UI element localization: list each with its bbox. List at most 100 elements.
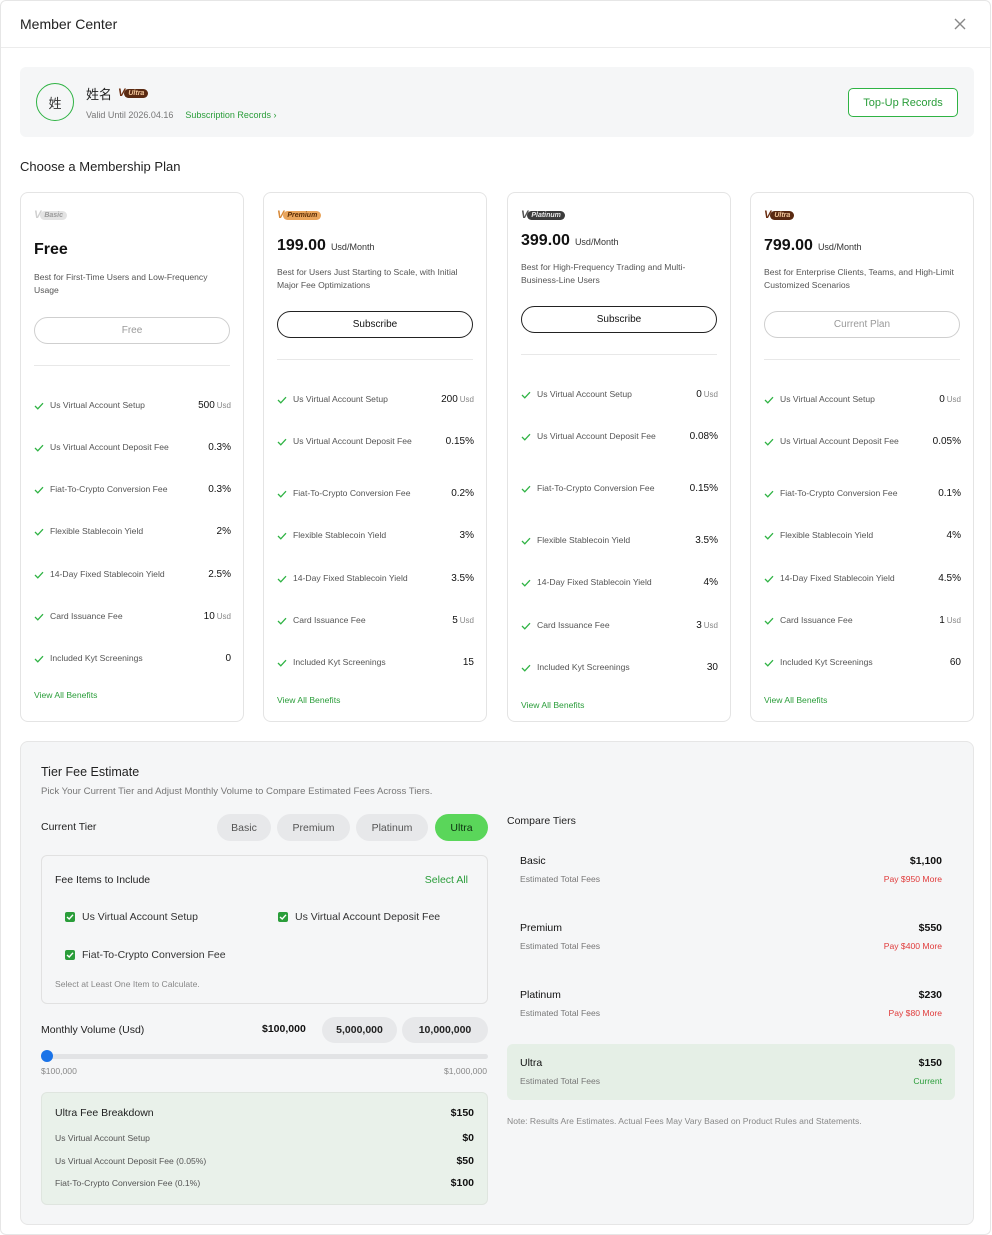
plan-card-premium: V Premium 199.00 Usd/Month Best for Users… — [263, 192, 487, 722]
check-icon — [34, 610, 44, 623]
benefit-label: Card Issuance Fee — [50, 611, 123, 621]
fee-items-title: Fee Items to Include — [55, 874, 151, 886]
benefit-label: Us Virtual Account Deposit Fee — [537, 431, 656, 441]
compare-tier-diff: Pay $400 More — [883, 941, 942, 951]
fee-item-label: Us Virtual Account Setup — [82, 911, 198, 923]
benefit-value-number: 30 — [706, 662, 718, 673]
plan-action-button[interactable]: Subscribe — [277, 311, 473, 338]
benefit-label: Us Virtual Account Deposit Fee — [780, 436, 899, 446]
benefit-row: Us Virtual Account Deposit Fee 0.15% — [277, 435, 474, 448]
benefit-value: 500 Usd — [198, 399, 231, 412]
benefit-value: 0 Usd — [939, 393, 961, 406]
check-icon — [277, 656, 287, 669]
fee-checkbox-fiat-crypto[interactable]: Fiat-To-Crypto Conversion Fee — [65, 949, 226, 961]
benefit-row: Us Virtual Account Deposit Fee 0.3% — [34, 441, 231, 454]
check-icon — [764, 487, 774, 500]
plan-action-button[interactable]: Current Plan — [764, 311, 960, 338]
member-center-modal: Member Center 姓 姓名 V Ultra Valid Until 20… — [0, 0, 991, 1235]
plan-action-button[interactable]: Free — [34, 317, 230, 344]
benefit-row: Us Virtual Account Setup 200 Usd — [277, 393, 474, 406]
plan-price: Free — [34, 241, 73, 259]
benefit-value-number: 3% — [459, 530, 474, 541]
benefit-left: Us Virtual Account Setup — [277, 393, 423, 406]
compare-tiers-title: Compare Tiers — [507, 815, 576, 827]
benefit-label: Fiat-To-Crypto Conversion Fee — [293, 488, 411, 498]
compare-tier-total: $550 — [918, 922, 942, 934]
check-icon — [764, 393, 774, 406]
tier-option-ultra[interactable]: Ultra — [435, 814, 488, 841]
benefit-left: Flexible Stablecoin Yield — [277, 529, 423, 542]
check-icon — [34, 652, 44, 665]
select-all-link[interactable]: Select All — [425, 874, 468, 886]
benefit-label: Card Issuance Fee — [780, 615, 853, 625]
top-up-records-button[interactable]: Top-Up Records — [848, 88, 958, 117]
benefit-left: Flexible Stablecoin Yield — [34, 525, 180, 538]
benefit-value-number: 0.1% — [938, 488, 961, 499]
fee-items-box: Fee Items to Include Select All Us Virtu… — [41, 855, 488, 1004]
benefit-value: 5 Usd — [452, 614, 474, 627]
benefit-left: Included Kyt Screenings — [764, 656, 910, 669]
benefit-value-number: 0.3% — [208, 442, 231, 453]
volume-chip-10m[interactable]: 10,000,000 — [402, 1017, 488, 1043]
benefit-row: Fiat-To-Crypto Conversion Fee 0.3% — [34, 483, 231, 496]
tier-option-basic[interactable]: Basic — [217, 814, 271, 841]
fee-checkbox-va-setup[interactable]: Us Virtual Account Setup — [65, 911, 198, 923]
volume-slider-track[interactable] — [47, 1054, 488, 1059]
benefit-row: Included Kyt Screenings 60 — [764, 656, 961, 669]
ultra-tier-badge: V Ultra — [118, 88, 149, 99]
view-all-benefits-link[interactable]: View All Benefits — [764, 695, 827, 705]
breakdown-row-label: Fiat-To-Crypto Conversion Fee (0.1%) — [55, 1178, 201, 1188]
benefit-value-number: 1 — [939, 615, 945, 626]
benefit-label: 14-Day Fixed Stablecoin Yield — [780, 573, 895, 583]
benefit-value-unit: Usd — [703, 621, 718, 630]
plan-divider — [521, 354, 717, 355]
subscription-records-link[interactable]: Subscription Records › — [185, 110, 276, 120]
benefit-label: Us Virtual Account Setup — [780, 394, 875, 404]
profile-name: 姓名 — [86, 88, 113, 103]
check-icon — [34, 568, 44, 581]
benefit-value-number: 15 — [462, 657, 474, 668]
volume-chip-5m[interactable]: 5,000,000 — [322, 1017, 397, 1043]
benefit-row: Us Virtual Account Deposit Fee 0.08% — [521, 430, 718, 443]
benefit-row: 14-Day Fixed Stablecoin Yield 2.5% — [34, 568, 231, 581]
benefit-left: 14-Day Fixed Stablecoin Yield — [764, 572, 910, 585]
plan-price-unit: Usd/Month — [817, 242, 862, 252]
breakdown-total: $150 — [450, 1107, 474, 1119]
view-all-benefits-link[interactable]: View All Benefits — [521, 700, 584, 710]
plans-section-title: Choose a Membership Plan — [20, 159, 181, 174]
benefit-row: Flexible Stablecoin Yield 4% — [764, 529, 961, 542]
avatar: 姓 — [36, 83, 74, 121]
fee-checkbox-va-deposit[interactable]: Us Virtual Account Deposit Fee — [278, 911, 440, 923]
view-all-benefits-link[interactable]: View All Benefits — [34, 690, 97, 700]
plan-card-ultra: V Ultra 799.00 Usd/Month Best for Enterpr… — [750, 192, 974, 722]
tier-option-platinum[interactable]: Platinum — [356, 814, 428, 841]
check-icon — [521, 534, 531, 547]
benefit-value-unit: Usd — [946, 395, 961, 404]
compare-tier-name: Basic — [520, 855, 546, 867]
benefit-value: 3.5% — [695, 534, 718, 547]
benefit-value-number: 4% — [946, 530, 961, 541]
benefit-value-number: 500 — [198, 400, 215, 411]
benefit-row: Us Virtual Account Deposit Fee 0.05% — [764, 435, 961, 448]
benefit-label: Flexible Stablecoin Yield — [537, 535, 631, 545]
compare-row-premium: Premium Estimated Total Fees $550 Pay $4… — [507, 909, 955, 965]
tier-option-premium[interactable]: Premium — [277, 814, 350, 841]
check-icon — [277, 435, 287, 448]
benefit-value: 60 — [950, 656, 961, 669]
compare-tier-sub: Estimated Total Fees — [520, 1076, 601, 1086]
check-icon — [277, 487, 287, 500]
plan-description: Best for First-Time Users and Low-Freque… — [34, 272, 208, 295]
monthly-volume-label: Monthly Volume (Usd) — [41, 1024, 145, 1036]
volume-slider-thumb[interactable] — [41, 1050, 53, 1062]
benefit-value: 0.05% — [933, 435, 961, 448]
valid-until-text: Valid Until 2026.04.16 — [86, 110, 174, 120]
benefit-value: 0.3% — [208, 483, 231, 496]
benefit-label: Us Virtual Account Deposit Fee — [293, 436, 412, 446]
checkbox-checked-icon — [65, 912, 75, 922]
compare-tier-diff: Pay $80 More — [888, 1008, 942, 1018]
view-all-benefits-link[interactable]: View All Benefits — [277, 695, 340, 705]
close-icon[interactable] — [950, 14, 970, 34]
check-icon — [34, 483, 44, 496]
plan-action-button[interactable]: Subscribe — [521, 306, 717, 333]
benefit-value-number: 0.08% — [689, 431, 718, 442]
